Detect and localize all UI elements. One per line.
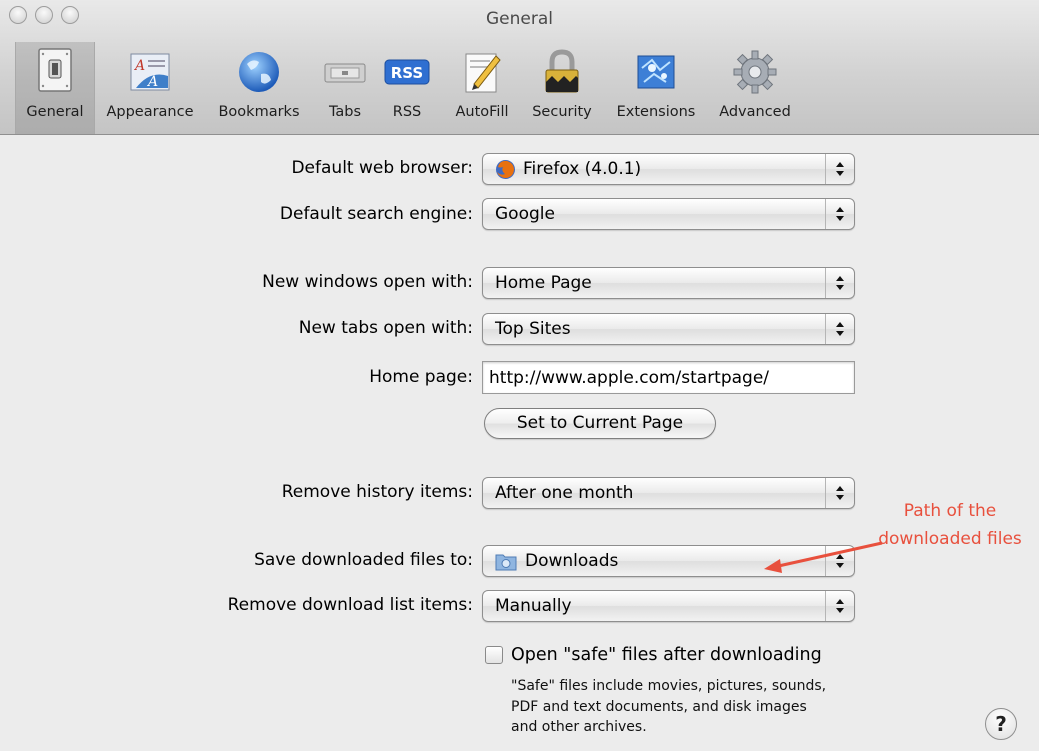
default-browser-label: Default web browser: xyxy=(291,158,473,178)
toolbar-tab-label: Bookmarks xyxy=(218,104,300,120)
gear-icon xyxy=(733,50,777,94)
switch-icon xyxy=(38,48,72,92)
toolbar-tab-label: General xyxy=(26,104,84,120)
puzzle-icon xyxy=(637,55,675,89)
home-page-label: Home page: xyxy=(369,367,473,387)
toolbar-tab-appearance[interactable]: A A Appearance xyxy=(100,44,200,126)
toolbar-tab-label: Extensions xyxy=(616,104,696,120)
folder-icon xyxy=(495,554,517,571)
toolbar-tab-advanced[interactable]: Advanced xyxy=(712,44,798,126)
remove-history-label: Remove history items: xyxy=(281,482,473,502)
annotation-line: downloaded files xyxy=(878,529,1022,549)
remove-history-value: After one month xyxy=(495,483,634,503)
popup-arrows-icon xyxy=(825,268,854,298)
save-downloads-label: Save downloaded files to: xyxy=(254,550,473,570)
safe-files-note-line: and other archives. xyxy=(511,719,647,735)
new-tabs-popup[interactable]: Top Sites xyxy=(482,313,855,345)
tabs-icon xyxy=(324,63,366,83)
safe-files-note: "Safe" files include movies, pictures, s… xyxy=(511,676,911,738)
new-windows-label: New windows open with: xyxy=(262,272,473,292)
toolbar-tab-label: AutoFill xyxy=(455,104,509,120)
toolbar-tab-extensions[interactable]: Extensions xyxy=(608,44,704,126)
toolbar-tab-label: Advanced xyxy=(719,104,791,120)
help-button[interactable]: ? xyxy=(985,708,1017,740)
remove-downloads-value: Manually xyxy=(495,596,572,616)
default-browser-popup[interactable]: Firefox (4.0.1) xyxy=(482,153,855,185)
rss-icon: RSS xyxy=(384,59,430,85)
globe-icon xyxy=(239,52,279,92)
window-title: General xyxy=(486,9,553,29)
search-engine-value: Google xyxy=(495,204,555,224)
toolbar-tab-autofill[interactable]: AutoFill xyxy=(446,44,518,126)
popup-arrows-icon xyxy=(825,199,854,229)
lock-icon xyxy=(545,49,579,93)
popup-arrows-icon xyxy=(825,591,854,621)
popup-arrows-icon xyxy=(825,154,854,184)
save-downloads-value: Downloads xyxy=(525,551,619,571)
remove-downloads-label: Remove download list items: xyxy=(227,595,473,615)
toolbar-tab-bookmarks[interactable]: Bookmarks xyxy=(210,44,308,126)
home-page-value: http://www.apple.com/startpage/ xyxy=(489,368,770,388)
new-tabs-label: New tabs open with: xyxy=(298,318,473,338)
toolbar-tab-label: Appearance xyxy=(106,104,194,120)
preferences-window: General General A A Appearance Bookmarks… xyxy=(0,0,1039,751)
appearance-icon: A A xyxy=(130,53,170,91)
search-engine-popup[interactable]: Google xyxy=(482,198,855,230)
toolbar-tab-security[interactable]: Security xyxy=(526,44,598,126)
annotation-text: Path of the downloaded files xyxy=(866,497,1034,553)
popup-arrows-icon xyxy=(825,314,854,344)
open-safe-files-label: Open "safe" files after downloading xyxy=(511,645,822,665)
home-page-field[interactable]: http://www.apple.com/startpage/ xyxy=(482,361,855,394)
toolbar-tab-tabs[interactable]: Tabs xyxy=(316,44,374,126)
svg-text:A: A xyxy=(133,58,145,74)
toolbar-tab-label: RSS xyxy=(392,104,422,120)
new-tabs-value: Top Sites xyxy=(495,319,571,339)
safe-files-note-line: "Safe" files include movies, pictures, s… xyxy=(511,678,827,694)
titlebar: General General A A Appearance Bookmarks… xyxy=(0,0,1039,135)
annotation-line: Path of the xyxy=(903,501,997,521)
default-browser-value: Firefox (4.0.1) xyxy=(523,159,642,179)
set-to-current-page-button[interactable]: Set to Current Page xyxy=(484,408,716,439)
firefox-icon xyxy=(496,160,515,179)
search-engine-label: Default search engine: xyxy=(279,204,473,224)
remove-downloads-popup[interactable]: Manually xyxy=(482,590,855,622)
new-windows-value: Home Page xyxy=(495,273,592,293)
toolbar-tab-label: Security xyxy=(532,104,592,120)
svg-text:RSS: RSS xyxy=(391,64,423,82)
annotation-arrow-icon xyxy=(764,541,883,573)
new-windows-popup[interactable]: Home Page xyxy=(482,267,855,299)
safe-files-note-line: PDF and text documents, and disk images xyxy=(511,698,807,715)
svg-text:A: A xyxy=(146,74,158,90)
popup-arrows-icon xyxy=(825,478,854,508)
toolbar-tab-general[interactable]: General xyxy=(15,42,95,134)
toolbar-tab-label: Tabs xyxy=(328,104,362,120)
open-safe-files-checkbox[interactable] xyxy=(485,646,503,664)
pencil-icon xyxy=(465,53,501,93)
toolbar-tab-rss[interactable]: RSS RSS xyxy=(382,44,432,126)
remove-history-popup[interactable]: After one month xyxy=(482,477,855,509)
